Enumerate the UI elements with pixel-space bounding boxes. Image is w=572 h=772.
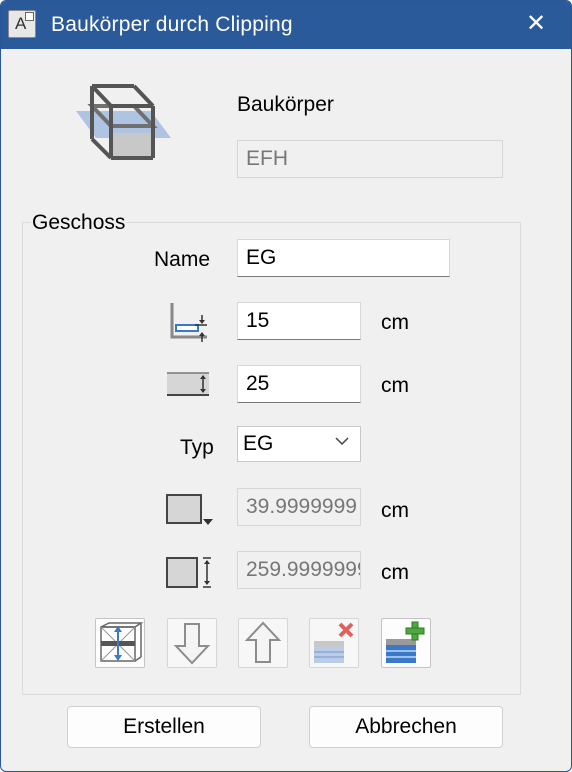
move-up-icon [244,621,282,663]
dialog-window: A Baukörper durch Clipping ✕ Baukörper E… [0,0,572,772]
floor-offset-input[interactable]: 15 [237,302,361,340]
delete-storey-button[interactable] [309,618,359,668]
split-storey-button[interactable] [95,618,145,668]
floor-offset-icon [170,303,207,342]
slab-thickness-icon [167,372,209,396]
storey-height-unit: cm [381,561,409,584]
building-body-icon [76,84,171,160]
storey-type-value: EG [243,432,274,455]
app-icon: A [8,10,36,38]
body-label: Baukörper [237,93,334,116]
storey-split-icon [100,622,144,662]
chevron-down-icon [335,437,349,446]
move-up-button[interactable] [238,618,288,668]
move-down-button[interactable] [167,618,217,668]
floor-offset-unit: cm [381,311,409,334]
storey-height-icon [166,557,211,588]
slab-thickness-unit: cm [381,374,409,397]
storey-name-label: Name [154,248,211,271]
move-down-icon [173,623,211,665]
storey-name-input[interactable]: EG [237,239,450,277]
storey-type-label: Typ [180,436,214,459]
title-bar[interactable]: A Baukörper durch Clipping ✕ [1,1,571,49]
geschoss-group-title: Geschoss [31,211,127,235]
window-title: Baukörper durch Clipping [51,13,293,36]
add-storey-button[interactable] [381,618,431,668]
storey-height-field: 259.9999999 [237,551,361,589]
storey-base-icon [166,494,213,525]
slab-thickness-input[interactable]: 25 [237,365,361,403]
storey-base-field: 39.9999999 [237,488,361,526]
cancel-button[interactable]: Abbrechen [309,706,503,748]
create-button[interactable]: Erstellen [67,706,261,748]
delete-storey-icon [314,622,354,663]
storey-type-select[interactable]: EG [237,426,361,462]
add-storey-icon [386,621,425,663]
storey-base-unit: cm [381,499,409,522]
body-name-field: EFH [237,140,503,178]
close-icon[interactable]: ✕ [519,7,553,41]
